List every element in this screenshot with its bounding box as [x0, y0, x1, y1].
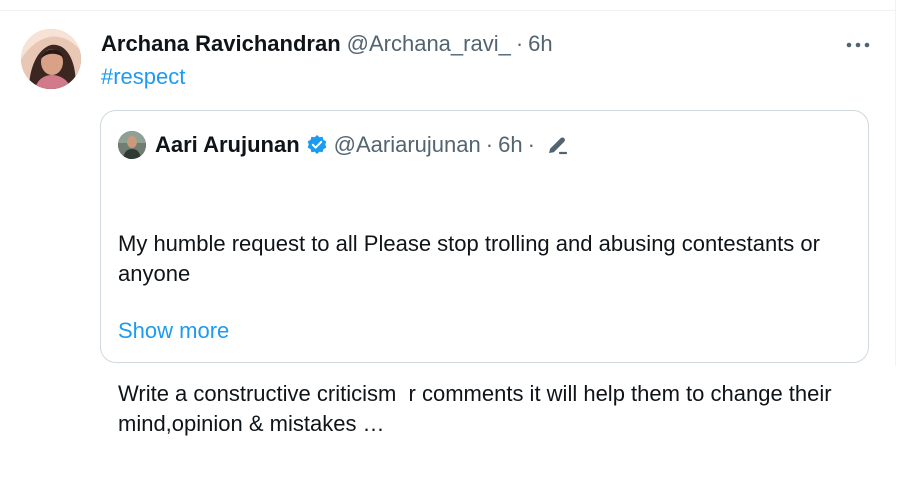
verified-badge-icon	[306, 134, 328, 156]
quoted-tweet-card[interactable]: Aari Arujunan @Aariarujunan · 6h · My hu…	[100, 110, 869, 436]
show-more-link[interactable]: Show more	[118, 316, 229, 346]
tweet[interactable]: Archana Ravichandran @Archana_ravi_ · 6h…	[0, 0, 921, 436]
separator: ·	[515, 31, 524, 56]
separator: ·	[485, 132, 494, 157]
divider	[0, 10, 896, 11]
quoted-avatar[interactable]	[118, 131, 146, 159]
quoted-avatar-image	[118, 131, 146, 159]
quoted-paragraph: Write a constructive criticism r comment…	[118, 381, 838, 436]
quoted-paragraph: My humble request to all Please stop tro…	[118, 231, 827, 286]
more-options-button[interactable]	[842, 32, 874, 58]
tweet-header: Archana Ravichandran @Archana_ravi_ · 6h	[101, 31, 553, 57]
quoted-tweet-header: Aari Arujunan @Aariarujunan · 6h ·	[118, 131, 568, 159]
quoted-timestamp[interactable]: 6h	[498, 132, 522, 158]
more-horizontal-icon	[846, 42, 870, 48]
hashtag-link[interactable]: #respect	[101, 64, 185, 90]
edit-pencil-icon[interactable]	[546, 134, 568, 156]
author-handle[interactable]: @Archana_ravi_	[347, 31, 511, 57]
quoted-author-handle[interactable]: @Aariarujunan	[334, 132, 481, 158]
avatar[interactable]	[21, 29, 81, 89]
timestamp[interactable]: 6h	[528, 31, 552, 57]
divider	[895, 0, 896, 366]
quoted-author-name[interactable]: Aari Arujunan	[155, 132, 300, 158]
author-name[interactable]: Archana Ravichandran	[101, 31, 341, 57]
separator: ·	[527, 132, 535, 157]
avatar-image	[21, 29, 81, 89]
